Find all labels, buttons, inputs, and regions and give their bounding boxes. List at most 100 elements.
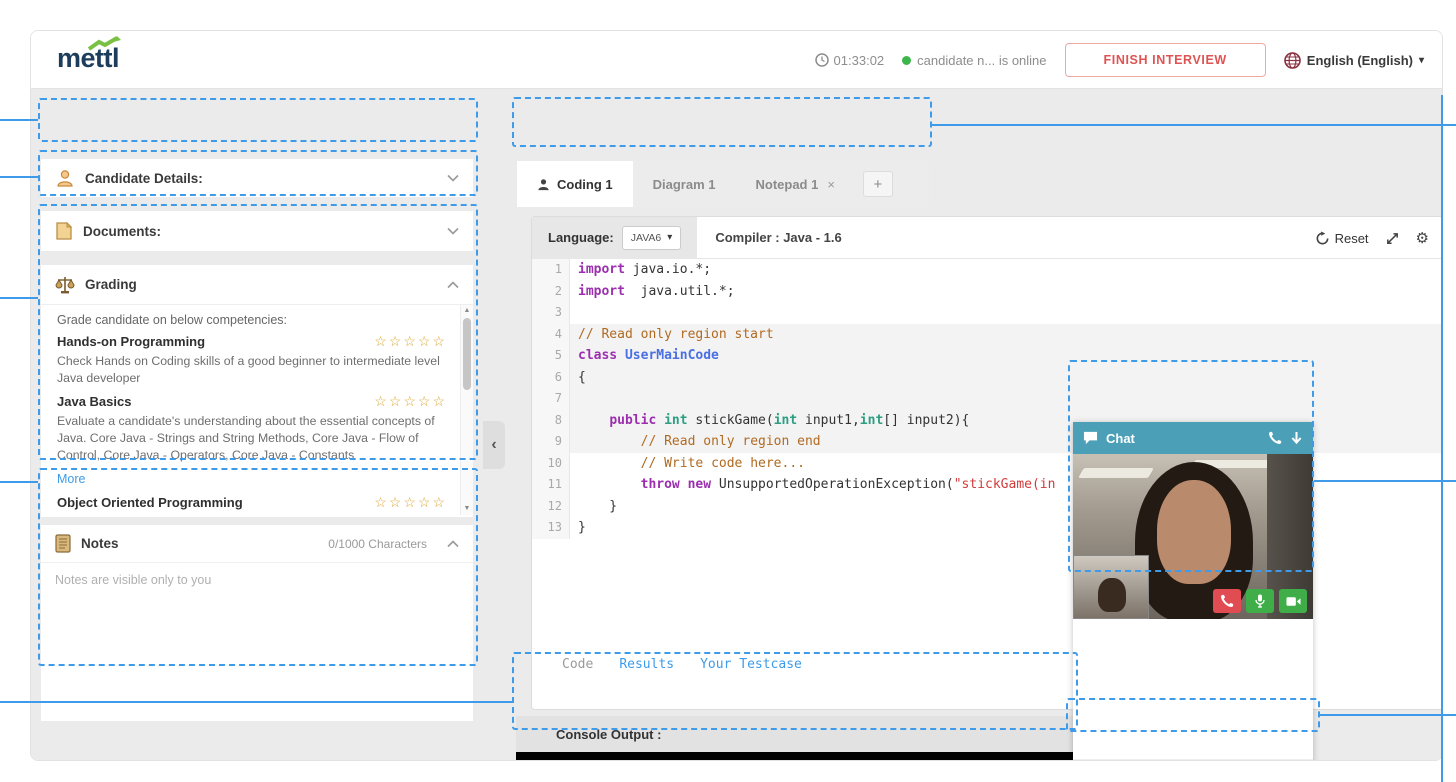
more-link[interactable]: More	[57, 472, 85, 486]
tab-diagram-1[interactable]: Diagram 1	[633, 161, 736, 207]
competency-row: Java Basics ☆☆☆☆☆	[57, 393, 447, 410]
sidebar-collapse-handle[interactable]: ‹	[483, 421, 505, 469]
timer-value: 01:33:02	[833, 52, 885, 68]
line-number: 7	[532, 388, 570, 410]
documents-panel[interactable]: Documents:	[41, 211, 473, 251]
camera-button[interactable]	[1279, 589, 1307, 613]
competency-description: Evaluate a candidate's understanding abo…	[57, 414, 435, 462]
scrollbar-thumb[interactable]	[463, 318, 471, 390]
code-line[interactable]: 5 class UserMainCode	[532, 345, 1442, 367]
line-number: 11	[532, 474, 570, 496]
logo-arrow-icon	[87, 36, 121, 51]
chat-widget: Chat	[1073, 422, 1313, 760]
tab-coding-1[interactable]: Coding 1	[517, 161, 633, 207]
phone-icon	[1221, 594, 1234, 607]
editor-toolbar: Language: JAVA6 ▾ Compiler : Java - 1.6	[532, 216, 1442, 259]
language-group: Language: JAVA6 ▾	[532, 216, 698, 259]
microphone-icon	[1255, 594, 1265, 608]
code-line[interactable]: 1 import java.io.*;	[532, 259, 1442, 281]
interview-timer: 01:33:02	[814, 52, 885, 68]
line-number: 8	[532, 409, 570, 431]
app-window: mettl 01:33:02 candidate n... is online	[30, 30, 1443, 761]
call-icon[interactable]	[1268, 431, 1282, 445]
code-line[interactable]: 7	[532, 388, 1442, 410]
tab-results[interactable]: Results	[619, 657, 674, 672]
ceiling-light	[1078, 468, 1154, 478]
line-number: 12	[532, 495, 570, 517]
candidate-icon	[57, 170, 73, 187]
presence-text: candidate n... is online	[917, 52, 1047, 68]
code-line[interactable]: 4// Read only region start	[532, 323, 1442, 345]
code-line[interactable]: 3	[532, 302, 1442, 324]
chat-header[interactable]: Chat	[1073, 422, 1313, 454]
person-icon	[538, 178, 549, 190]
notes-textarea[interactable]: Notes are visible only to you	[41, 563, 473, 597]
microphone-button[interactable]	[1246, 589, 1274, 613]
tab-your-testcase[interactable]: Your Testcase	[700, 657, 802, 672]
editor-bottom-tabs: Code Results Your Testcase	[532, 649, 802, 679]
reset-button[interactable]: Reset	[1315, 231, 1369, 246]
competency-list: Hands-on Programming ☆☆☆☆☆ Check Hands on …	[57, 333, 447, 464]
top-bar-right: 01:33:02 candidate n... is online FINISH…	[814, 31, 1424, 89]
camera-icon	[1285, 596, 1301, 606]
workspace-background: Candidate Details: Documents: Grading Gr…	[31, 89, 1442, 760]
documents-icon	[56, 221, 73, 240]
close-tab-icon[interactable]: ×	[827, 177, 835, 192]
notes-icon	[55, 534, 71, 553]
language-dropdown[interactable]: JAVA6 ▾	[621, 225, 682, 250]
tab-code[interactable]: Code	[562, 657, 593, 672]
tab-notepad-1[interactable]: Notepad 1 ×	[735, 161, 854, 207]
settings-gear-icon[interactable]: ⚙	[1416, 229, 1429, 247]
chevron-up-icon[interactable]	[447, 539, 459, 548]
line-number: 4	[532, 323, 570, 345]
line-number: 1	[532, 259, 570, 281]
chat-messages-area	[1073, 619, 1313, 759]
language-selector[interactable]: English (English) ▾	[1283, 51, 1424, 69]
compiler-label: Compiler : Java - 1.6	[715, 230, 842, 245]
grading-title: Grading	[85, 277, 137, 292]
star-rating[interactable]: ☆☆☆☆☆	[374, 333, 447, 350]
candidate-details-panel[interactable]: Candidate Details:	[41, 159, 473, 197]
grading-panel: Grading Grade candidate on below compete…	[41, 265, 473, 517]
chevron-up-icon[interactable]	[447, 280, 459, 289]
notes-panel: Notes 0/1000 Characters Notes are visibl…	[41, 525, 473, 721]
self-video-pip	[1073, 555, 1149, 619]
chevron-down-icon[interactable]	[447, 227, 459, 235]
competency-description: Check Hands on Coding skills of a good b…	[57, 354, 440, 385]
candidate-details-label: Candidate Details:	[85, 170, 203, 186]
hangup-button[interactable]	[1213, 589, 1241, 613]
minimize-chat-icon[interactable]	[1290, 431, 1303, 445]
chevron-down-icon[interactable]	[447, 174, 459, 182]
workspace-tabs: Coding 1 Diagram 1 Notepad 1 × +	[517, 161, 929, 207]
add-tab-button[interactable]: +	[862, 171, 893, 197]
refresh-icon	[1316, 230, 1329, 244]
notes-title: Notes	[81, 536, 119, 551]
online-status-dot	[902, 55, 912, 65]
star-rating[interactable]: ☆☆☆☆☆	[374, 494, 447, 511]
competency-name: Java Basics	[57, 394, 132, 409]
mettl-logo: mettl	[57, 36, 121, 74]
compilation-output-bar: Output of Compilation :	[516, 752, 1076, 760]
line-number: 9	[532, 431, 570, 453]
grading-scrollbar[interactable]: ▲ ▼	[460, 305, 473, 515]
editor-tools: Reset ⚙	[1315, 217, 1429, 259]
candidate-video-feed	[1073, 454, 1313, 619]
grading-header[interactable]: Grading	[41, 265, 473, 305]
candidate-face	[1157, 480, 1231, 584]
video-controls	[1213, 589, 1307, 613]
notes-header[interactable]: Notes 0/1000 Characters	[41, 525, 473, 563]
chat-title: Chat	[1106, 430, 1135, 446]
line-number: 10	[532, 452, 570, 474]
code-line[interactable]: 6{	[532, 366, 1442, 388]
code-line[interactable]: 2 import java.util.*;	[532, 280, 1442, 302]
scroll-down-icon[interactable]: ▼	[461, 503, 473, 515]
fullscreen-icon[interactable]	[1385, 231, 1400, 246]
line-number: 6	[532, 366, 570, 388]
scroll-up-icon[interactable]: ▲	[461, 305, 473, 317]
star-rating[interactable]: ☆☆☆☆☆	[374, 393, 447, 410]
language-label: Language:	[548, 230, 614, 245]
console-output-header: Console Output :	[516, 716, 1076, 752]
globe-icon	[1283, 51, 1301, 69]
dropdown-caret-icon: ▾	[667, 232, 673, 243]
finish-interview-button[interactable]: FINISH INTERVIEW	[1064, 43, 1266, 77]
